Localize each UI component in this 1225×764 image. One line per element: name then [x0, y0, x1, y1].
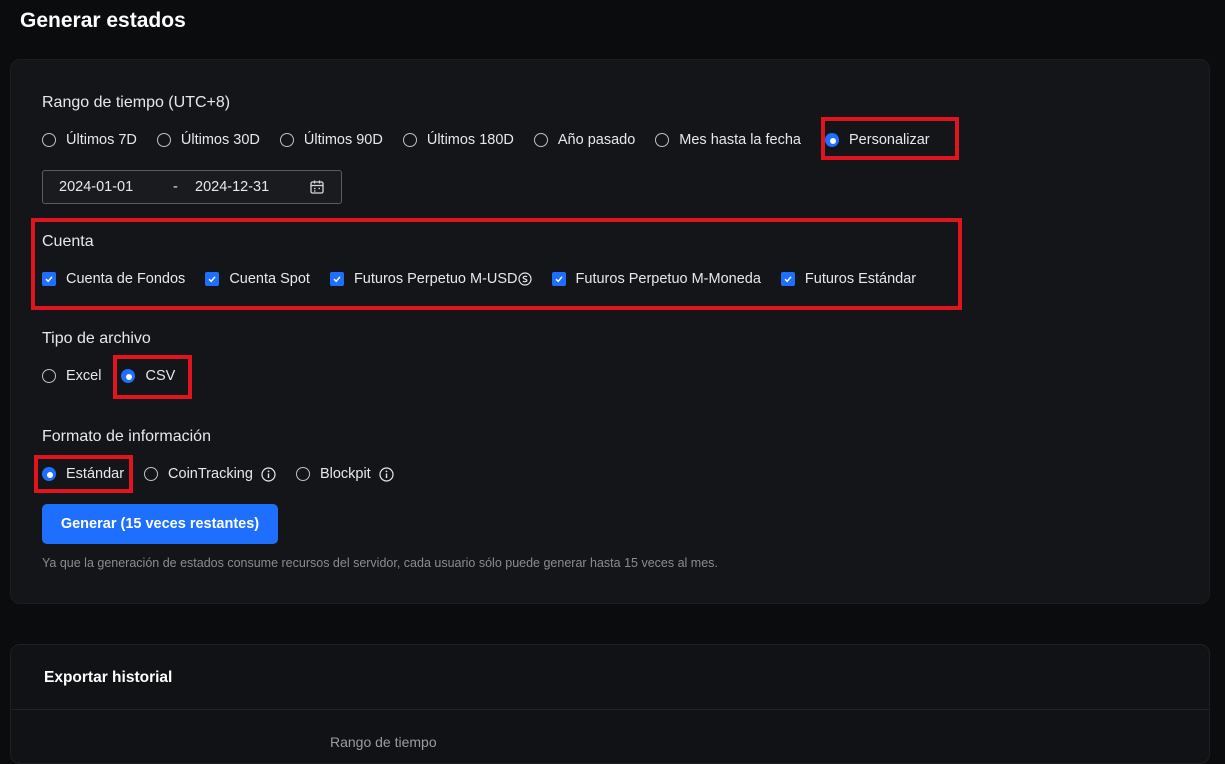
radio-circle[interactable]: [279, 133, 294, 147]
radio-label: Blockpit: [319, 466, 371, 482]
radio-last-7d[interactable]: Últimos 7D: [42, 132, 137, 148]
radio-label: Últimos 180D: [426, 132, 514, 148]
info-format-label: Formato de información: [42, 428, 211, 445]
date-range-picker[interactable]: 2024-01-01 - 2024-12-31: [42, 170, 342, 204]
highlight-box-csv: [113, 355, 192, 399]
highlight-box-account: [31, 218, 962, 310]
radio-circle[interactable]: [42, 133, 56, 147]
radio-blockpit[interactable]: Blockpit: [295, 466, 394, 482]
file-type-label: Tipo de archivo: [42, 330, 151, 347]
page-title: Generar estados: [20, 9, 186, 32]
radio-circle[interactable]: [295, 467, 310, 481]
radio-label: CoinTracking: [168, 466, 253, 482]
radio-circle[interactable]: [156, 133, 171, 147]
radio-label: Últimos 7D: [66, 132, 137, 148]
end-date-input[interactable]: 2024-12-31: [195, 179, 269, 195]
highlight-box-custom: [821, 117, 959, 160]
radio-label: Año pasado: [557, 132, 636, 148]
radio-label: Mes hasta la fecha: [679, 132, 801, 148]
radio-last-90d[interactable]: Últimos 90D: [279, 132, 383, 148]
generate-button[interactable]: Generar (15 veces restantes): [42, 504, 278, 544]
radio-circle[interactable]: [42, 369, 56, 383]
info-icon[interactable]: [261, 466, 276, 482]
divider: [11, 709, 1209, 710]
highlight-box-standard: [34, 455, 133, 493]
radio-label: Excel: [66, 368, 102, 384]
radio-last-30d[interactable]: Últimos 30D: [156, 132, 260, 148]
radio-excel[interactable]: Excel: [42, 368, 101, 384]
export-history-card: Exportar historial Rango de tiempo: [10, 644, 1210, 764]
radio-circle[interactable]: [402, 133, 417, 147]
radio-last-year[interactable]: Año pasado: [533, 132, 636, 148]
calendar-icon[interactable]: [309, 179, 325, 199]
time-range-options: Últimos 7D Últimos 30D Últimos 90D Últim…: [42, 131, 930, 149]
info-icon[interactable]: [379, 466, 394, 482]
radio-circle[interactable]: [533, 133, 548, 147]
radio-label: Últimos 30D: [180, 132, 260, 148]
radio-month-to-date[interactable]: Mes hasta la fecha: [655, 132, 801, 148]
date-separator: -: [173, 179, 178, 195]
generation-limit-note: Ya que la generación de estados consume …: [42, 556, 718, 570]
radio-circle[interactable]: [655, 133, 670, 147]
radio-cointracking[interactable]: CoinTracking: [144, 466, 276, 482]
radio-label: Últimos 90D: [303, 132, 383, 148]
start-date-input[interactable]: 2024-01-01: [59, 179, 133, 195]
column-header-time-range: Rango de tiempo: [330, 734, 437, 750]
radio-circle[interactable]: [144, 467, 159, 481]
radio-last-180d[interactable]: Últimos 180D: [402, 132, 514, 148]
time-range-label: Rango de tiempo (UTC+8): [42, 94, 231, 111]
export-history-title: Exportar historial: [44, 669, 173, 686]
